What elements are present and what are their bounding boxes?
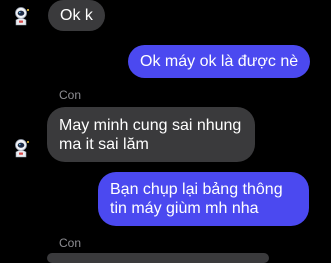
- message-bubble-incoming[interactable]: Ok k: [48, 0, 105, 31]
- message-bubble-incoming[interactable]: [47, 253, 269, 263]
- contact-avatar[interactable]: [10, 4, 34, 28]
- sender-name: Con: [59, 88, 82, 102]
- sender-name: Con: [59, 236, 82, 250]
- contact-avatar[interactable]: [10, 136, 34, 160]
- message-bubble-outgoing[interactable]: Ok máy ok là được nè: [128, 45, 311, 78]
- astronaut-avatar-icon: [10, 136, 34, 160]
- message-bubble-outgoing[interactable]: Bạn chụp lại bảng thông tin máy giùm mh …: [98, 172, 309, 226]
- message-bubble-incoming[interactable]: May minh cung sai nhung ma it sai lăm: [47, 107, 255, 162]
- astronaut-avatar-icon: [10, 4, 34, 28]
